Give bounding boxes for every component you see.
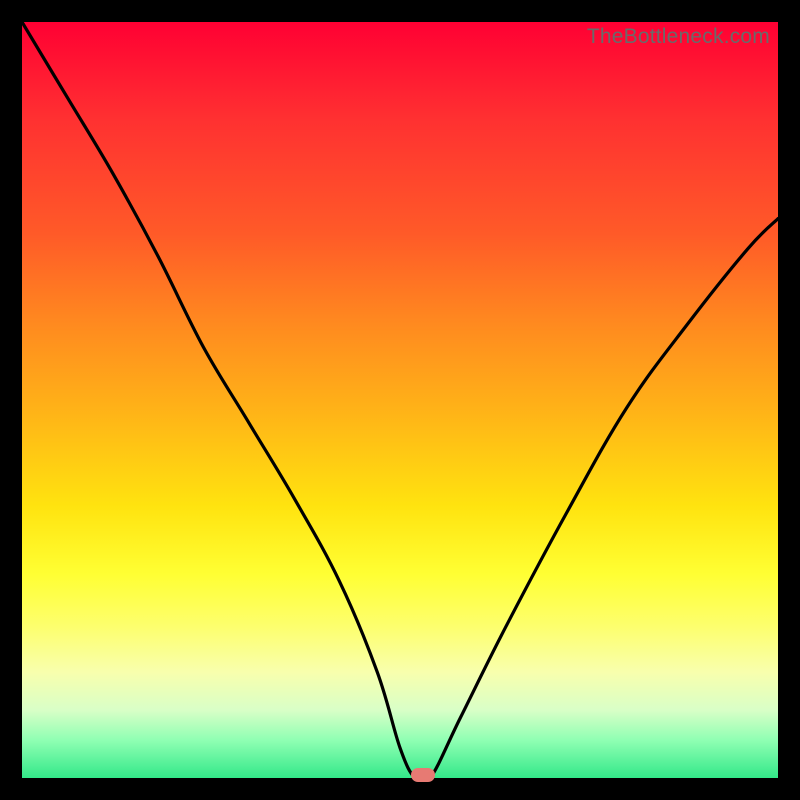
optimum-marker xyxy=(411,768,435,782)
bottleneck-curve xyxy=(22,22,778,778)
chart-frame: TheBottleneck.com xyxy=(0,0,800,800)
plot-area: TheBottleneck.com xyxy=(22,22,778,778)
